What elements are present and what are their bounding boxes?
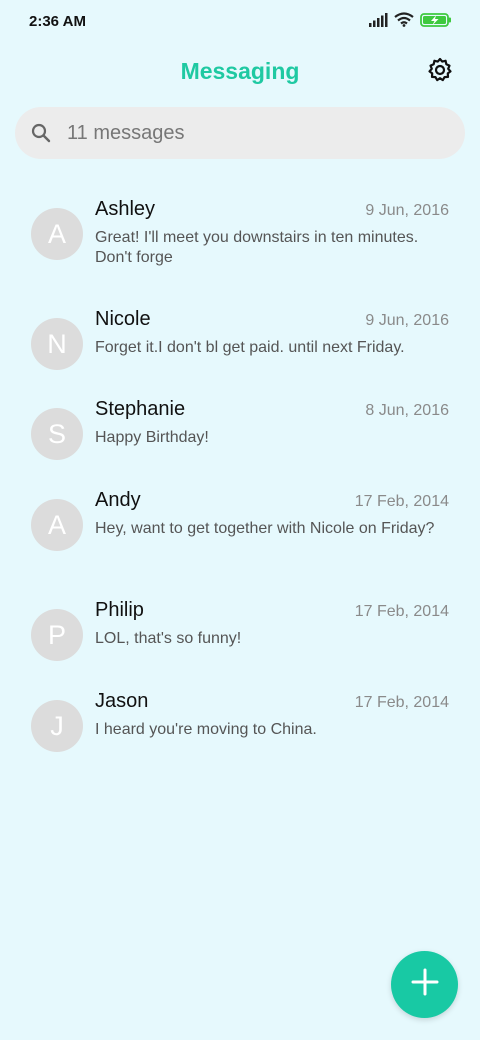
messaging-screen: 2:36 AM Messaging 11 messages A Ashley 9… bbox=[0, 0, 480, 1040]
signal-icon bbox=[368, 12, 388, 32]
conversation-item[interactable]: N Nicole 9 Jun, 2016 Forget it.I don't b… bbox=[0, 296, 480, 386]
message-preview: Great! I'll meet you downstairs in ten m… bbox=[95, 229, 419, 266]
conversation-list: A Ashley 9 Jun, 2016 Great! I'll meet yo… bbox=[0, 186, 480, 768]
message-preview: I heard you're moving to China. bbox=[95, 721, 317, 738]
wifi-icon bbox=[394, 12, 414, 32]
message-preview: Forget it.I don't bl get paid. until nex… bbox=[95, 339, 405, 356]
contact-name: Ashley bbox=[95, 198, 156, 220]
search-input[interactable] bbox=[67, 121, 427, 145]
status-bar: 2:36 AM bbox=[0, 0, 480, 44]
plus-icon bbox=[410, 967, 440, 1002]
conversation-item[interactable]: S Stephanie 8 Jun, 2016 Happy Birthday! bbox=[0, 386, 480, 477]
avatar: A bbox=[31, 499, 83, 551]
message-preview: Hey, want to get together with Nicole on… bbox=[95, 520, 435, 537]
settings-button[interactable] bbox=[426, 57, 454, 88]
avatar: A bbox=[31, 208, 83, 260]
message-date: 17 Feb, 2014 bbox=[354, 493, 449, 510]
message-date: 8 Jun, 2016 bbox=[365, 402, 449, 419]
message-date: 9 Jun, 2016 bbox=[365, 202, 449, 219]
status-time: 2:36 AM bbox=[29, 13, 86, 30]
message-preview: LOL, that's so funny! bbox=[95, 630, 242, 647]
conversation-item[interactable]: A Andy 17 Feb, 2014 Hey, want to get tog… bbox=[0, 477, 480, 587]
conversation-item[interactable]: J Jason 17 Feb, 2014 I heard you're movi… bbox=[0, 678, 480, 768]
new-message-button[interactable] bbox=[391, 951, 458, 1018]
status-icons bbox=[368, 12, 452, 32]
search-icon bbox=[31, 123, 51, 143]
contact-name: Nicole bbox=[95, 308, 151, 330]
message-preview: Happy Birthday! bbox=[95, 429, 209, 446]
battery-charging-icon bbox=[420, 12, 452, 32]
avatar: N bbox=[31, 318, 83, 370]
avatar: S bbox=[31, 408, 83, 460]
gear-icon bbox=[427, 57, 453, 88]
contact-name: Stephanie bbox=[95, 398, 186, 420]
message-date: 9 Jun, 2016 bbox=[365, 312, 449, 329]
contact-name: Andy bbox=[95, 489, 141, 511]
search-bar[interactable] bbox=[15, 107, 465, 159]
conversation-item[interactable]: P Philip 17 Feb, 2014 LOL, that's so fun… bbox=[0, 587, 480, 678]
avatar: P bbox=[31, 609, 83, 661]
conversation-item[interactable]: A Ashley 9 Jun, 2016 Great! I'll meet yo… bbox=[0, 186, 480, 296]
contact-name: Philip bbox=[95, 599, 144, 621]
contact-name: Jason bbox=[95, 690, 149, 712]
message-date: 17 Feb, 2014 bbox=[354, 603, 449, 620]
page-title: Messaging bbox=[180, 58, 300, 84]
message-date: 17 Feb, 2014 bbox=[354, 694, 449, 711]
avatar: J bbox=[31, 700, 83, 752]
